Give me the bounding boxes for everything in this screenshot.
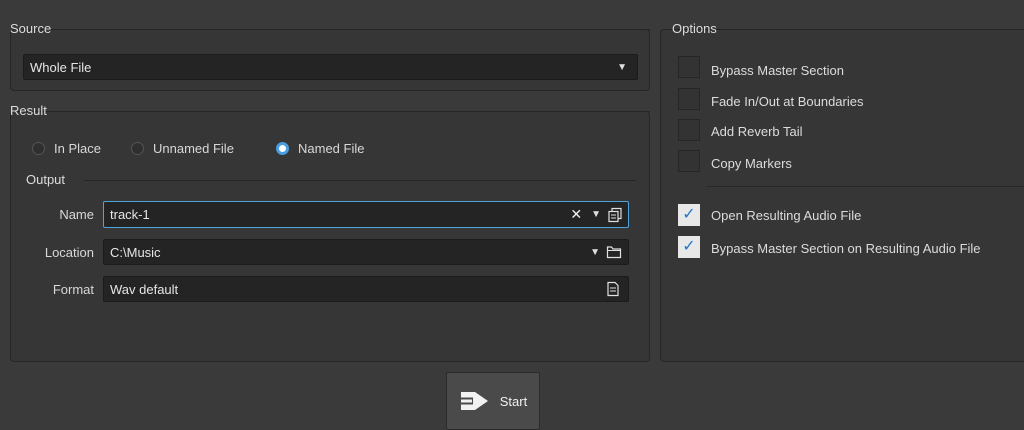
checkmark-icon: ✓ [682,238,696,255]
option-label-copy-markers: Copy Markers [711,156,792,171]
result-legend: Result [10,103,47,118]
format-value: Wav default [110,281,179,297]
chevron-down-icon[interactable]: ▼ [590,247,600,258]
chevron-down-icon[interactable]: ▼ [617,62,627,73]
location-label: Location [44,245,94,260]
checkmark-icon: ✓ [682,206,696,223]
radio-in-place-dot[interactable] [32,142,45,155]
format-label: Format [52,282,94,297]
location-field[interactable]: C:\Music ▼ [103,239,629,265]
radio-in-place-label: In Place [54,141,101,156]
folder-icon[interactable] [606,245,622,259]
option-label-add-reverb-tail: Add Reverb Tail [711,124,803,139]
source-legend: Source [10,21,52,36]
checkbox-bypass-master-section[interactable] [678,56,700,78]
radio-unnamed-file-label: Unnamed File [153,141,234,156]
radio-in-place[interactable]: In Place [32,141,101,156]
radio-named-file[interactable]: Named File [276,141,364,156]
source-legend-line [66,29,650,30]
name-label: Name [59,207,94,222]
clear-icon[interactable]: ✕ [570,206,582,223]
name-field[interactable]: track-1 ✕ ▼ [103,201,629,228]
checkbox-open-resulting-audio-file[interactable]: ✓ [678,204,700,226]
start-icon [459,388,491,414]
format-field[interactable]: Wav default [103,276,629,302]
checkbox-bypass-master-on-result[interactable]: ✓ [678,236,700,258]
format-settings-icon[interactable] [606,281,620,297]
option-label-fade-in-out: Fade In/Out at Boundaries [711,94,864,109]
start-label: Start [499,393,528,409]
output-legend: Output [26,172,66,187]
checkbox-fade-in-out[interactable] [678,88,700,110]
name-input[interactable]: track-1 [110,207,570,222]
location-input[interactable]: C:\Music [110,245,590,260]
radio-unnamed-file-dot[interactable] [131,142,144,155]
radio-named-file-dot[interactable] [276,142,289,155]
result-legend-line [62,111,650,112]
radio-unnamed-file[interactable]: Unnamed File [131,141,234,156]
copy-icon[interactable] [607,207,623,223]
options-legend: Options [672,21,717,36]
checkbox-add-reverb-tail[interactable] [678,119,700,141]
source-select[interactable]: Whole File ▼ [23,54,638,80]
source-select-value: Whole File [30,59,92,75]
options-group [660,29,1024,362]
checkbox-copy-markers[interactable] [678,150,700,172]
radio-named-file-label: Named File [298,141,365,156]
options-legend-line [732,29,1024,30]
output-legend-line [84,180,636,181]
options-divider [706,186,1024,187]
start-button[interactable]: Start [446,372,540,430]
option-label-open-resulting-audio-file: Open Resulting Audio File [711,208,862,223]
chevron-down-icon[interactable]: ▼ [591,209,601,220]
option-label-bypass-master-on-result: Bypass Master Section on Resulting Audio… [711,241,981,256]
option-label-bypass-master-section: Bypass Master Section [711,63,844,78]
